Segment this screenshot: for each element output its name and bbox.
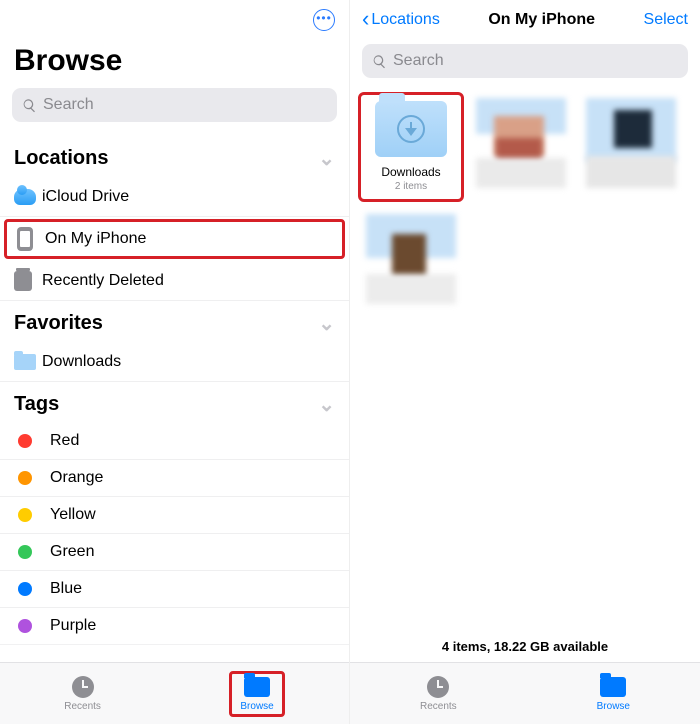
folder-icon	[14, 354, 36, 370]
grid-item[interactable]	[358, 208, 464, 318]
back-button[interactable]: ‹ Locations	[362, 7, 440, 33]
grid-item[interactable]	[578, 92, 684, 202]
trash-icon	[14, 271, 32, 291]
tab-bar: Recents Browse	[0, 662, 349, 724]
search-input[interactable]: Search	[362, 44, 688, 78]
phone-icon	[17, 227, 33, 251]
tag-yellow[interactable]: Yellow	[0, 497, 349, 534]
tags-heading: Tags	[14, 393, 59, 416]
tag-green[interactable]: Green	[0, 534, 349, 571]
favorites-heading: Favorites	[14, 312, 103, 335]
tag-dot-icon	[18, 545, 32, 559]
folder-icon	[244, 677, 270, 697]
blurred-thumbnail	[586, 98, 676, 188]
more-options-button[interactable]: •••	[313, 9, 335, 31]
chevron-down-icon: ⌄	[318, 146, 335, 171]
tag-red[interactable]: Red	[0, 423, 349, 460]
grid-item[interactable]	[468, 92, 574, 202]
search-placeholder: Search	[43, 96, 94, 114]
blurred-thumbnail	[366, 214, 456, 304]
folder-pane: ‹ Locations On My iPhone Select Search D…	[350, 0, 700, 724]
tag-dot-icon	[18, 508, 32, 522]
tab-browse[interactable]: Browse	[229, 671, 284, 717]
blurred-thumbnail	[476, 98, 566, 188]
locations-heading: Locations	[14, 147, 108, 170]
page-title: Browse	[0, 40, 349, 88]
folder-icon	[600, 677, 626, 697]
status-bar: 4 items, 18.22 GB available	[350, 639, 700, 654]
tag-orange[interactable]: Orange	[0, 460, 349, 497]
search-placeholder: Search	[393, 52, 444, 70]
chevron-down-icon: ⌄	[318, 311, 335, 336]
favorites-heading-row[interactable]: Favorites ⌄	[0, 301, 349, 342]
folder-title: On My iPhone	[440, 11, 644, 29]
downloads-folder-icon	[375, 101, 447, 157]
tag-dot-icon	[18, 434, 32, 448]
tags-heading-row[interactable]: Tags ⌄	[0, 382, 349, 423]
tag-blue[interactable]: Blue	[0, 571, 349, 608]
tab-recents[interactable]: Recents	[420, 676, 457, 712]
chevron-down-icon: ⌄	[318, 392, 335, 417]
grid-item-downloads[interactable]: Downloads 2 items	[358, 92, 464, 202]
select-button[interactable]: Select	[644, 11, 688, 29]
tag-purple[interactable]: Purple	[0, 608, 349, 645]
favorite-downloads[interactable]: Downloads	[0, 342, 349, 382]
location-icloud-drive[interactable]: iCloud Drive	[0, 177, 349, 217]
clock-icon	[427, 676, 449, 698]
search-input[interactable]: Search	[12, 88, 337, 122]
file-grid: Downloads 2 items	[350, 92, 700, 318]
tag-dot-icon	[18, 619, 32, 633]
search-icon	[372, 54, 387, 69]
search-icon	[22, 98, 37, 113]
tag-dot-icon	[18, 582, 32, 596]
browse-pane: ••• Browse Search Locations ⌄ iCloud Dri…	[0, 0, 350, 724]
tab-browse[interactable]: Browse	[597, 676, 630, 712]
cloud-icon	[14, 189, 36, 205]
location-on-my-iphone[interactable]: On My iPhone	[4, 219, 345, 259]
location-recently-deleted[interactable]: Recently Deleted	[0, 261, 349, 301]
chevron-left-icon: ‹	[362, 6, 369, 32]
locations-heading-row[interactable]: Locations ⌄	[0, 136, 349, 177]
tag-dot-icon	[18, 471, 32, 485]
tab-recents[interactable]: Recents	[64, 676, 101, 712]
clock-icon	[72, 676, 94, 698]
tab-bar: Recents Browse	[350, 662, 700, 724]
